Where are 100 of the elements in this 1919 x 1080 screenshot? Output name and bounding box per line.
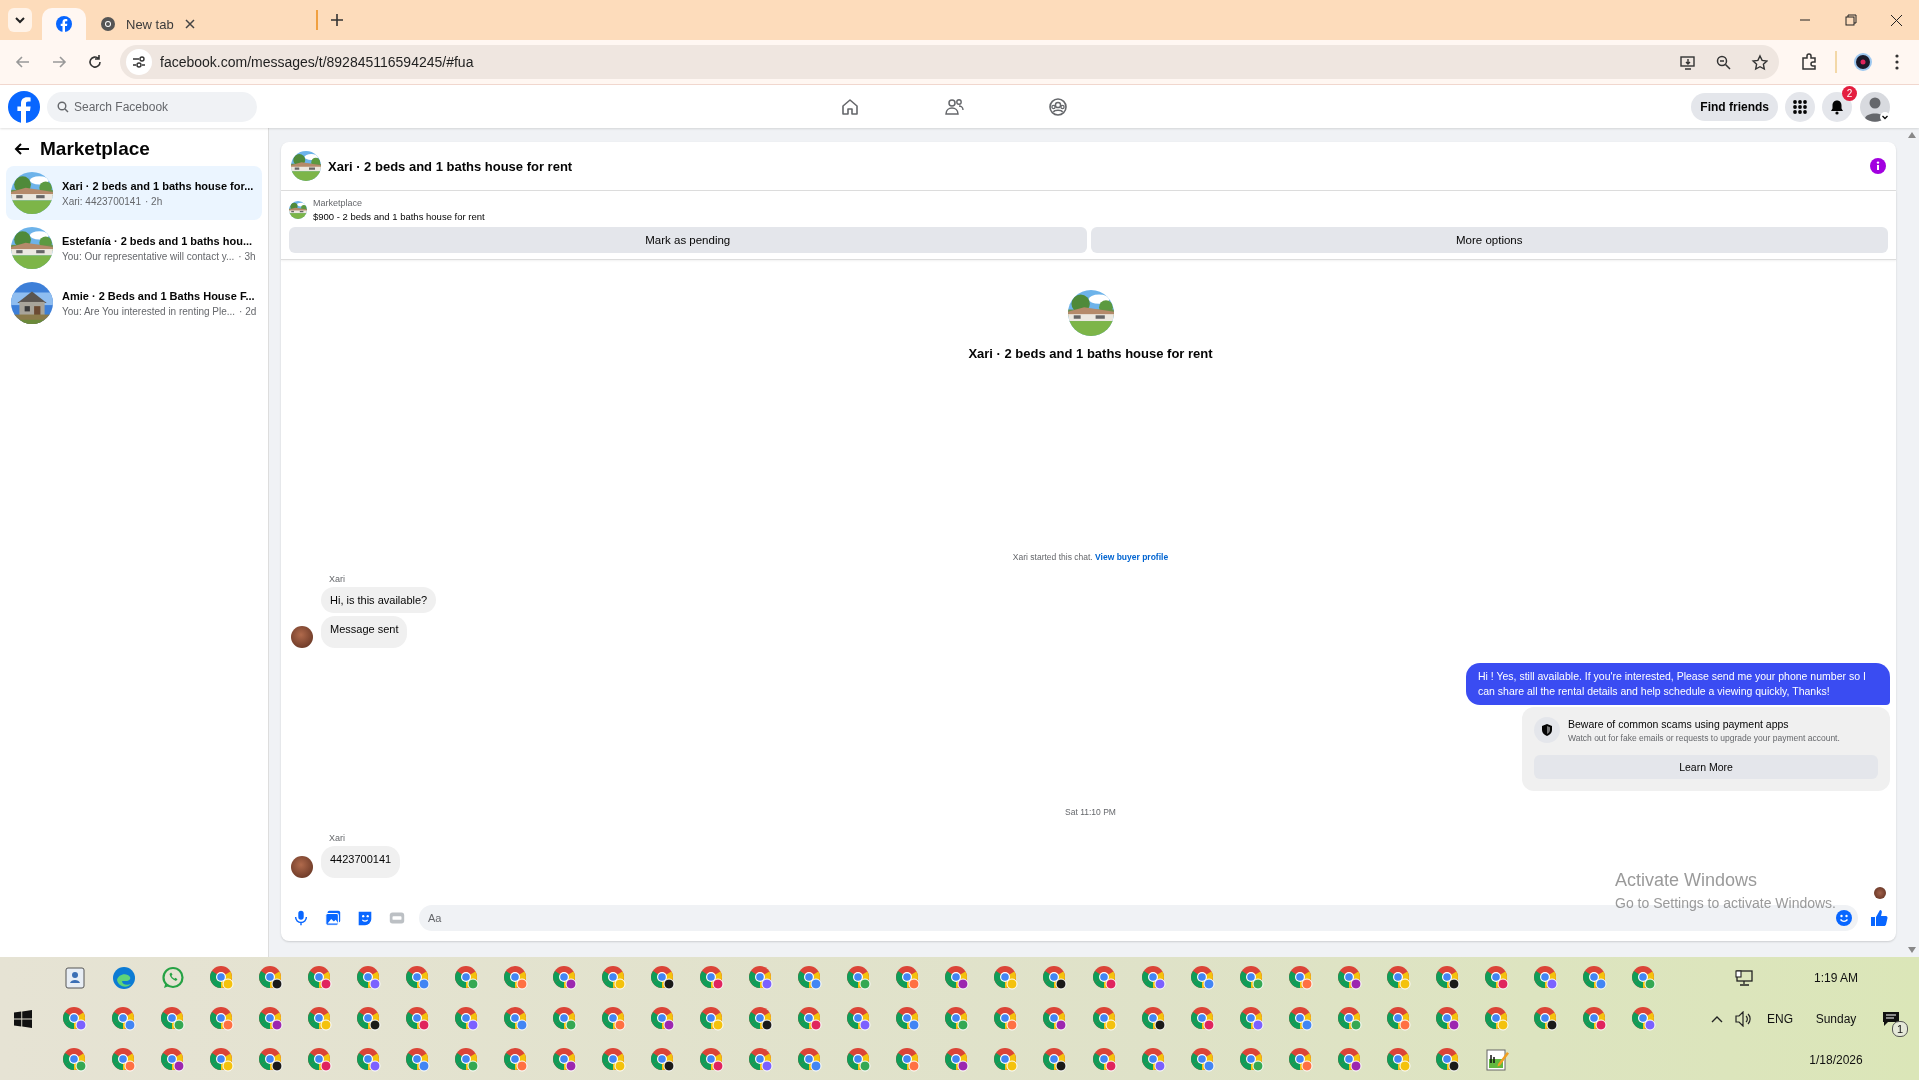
shield-icon [1540,723,1554,737]
action-button[interactable]: Mark as pending [289,227,1087,253]
puzzle-icon[interactable] [1800,53,1818,71]
home-icon[interactable] [840,97,860,117]
speaker-icon[interactable] [1735,1010,1753,1027]
network-icon[interactable] [1735,969,1753,986]
action-center-icon[interactable] [1882,1010,1900,1027]
browser-icon[interactable] [650,964,677,991]
sender-name: Xari [329,833,346,843]
notification-count: 2 [1842,85,1857,101]
system-message: Xari started this chat. View buyer profile [1011,552,1170,562]
contact-card-icon[interactable] [62,965,87,990]
reload-icon[interactable] [87,54,103,70]
conversation-item[interactable]: Estefanía · 2 beds and 1 baths hou... You: Our representative will contact y... · 3h [6,221,262,275]
thumbs-up-icon[interactable] [1870,909,1888,927]
clock-date[interactable]: 1/18/2026 [1809,1052,1863,1067]
avatar [291,626,313,648]
browser-icon[interactable] [257,964,284,991]
find-friends-button[interactable]: Find friends [1691,92,1778,121]
grid-icon [1792,98,1808,115]
notepad-icon[interactable] [1483,1046,1510,1073]
conversation-item[interactable]: Xari · 2 beds and 1 baths house for... Xari: 4423700141 · 2h [6,166,262,220]
sidebar-title: Marketplace [40,138,150,160]
timestamp: Sat 11:10 PM [1064,807,1117,817]
learn-more-button[interactable]: Learn More [1534,755,1878,779]
browser-icon[interactable] [650,1046,677,1073]
language-indicator[interactable]: ENG [1767,1011,1793,1026]
conversation-title: Estefanía · 2 beds and 1 baths hou... [62,234,254,247]
message-time: · 3h [238,250,256,262]
browser-icon[interactable] [1042,964,1069,991]
chevron-up-icon[interactable] [1711,1014,1723,1023]
notification-count: 1 [1892,1020,1908,1037]
groups-icon[interactable] [1048,97,1068,117]
account-avatar-icon[interactable] [1859,90,1891,123]
back-arrow-icon[interactable] [14,141,30,157]
warning-text: Watch out for fake emails or requests to upgrade your payment account. [1568,732,1840,743]
notifications-button[interactable] [1822,91,1852,122]
conversation-title: Amie · 2 Beds and 1 Baths House F... [62,289,256,302]
menu-button[interactable] [1785,91,1815,122]
microphone-icon[interactable] [292,909,310,927]
action-button[interactable]: More options [1090,227,1888,253]
browser-tab[interactable]: New tab [86,8,308,40]
scroll-up-icon[interactable] [1908,132,1916,138]
menu-icon[interactable] [1895,54,1899,70]
friends-icon[interactable] [944,97,964,117]
bell-icon [1829,98,1845,115]
site-settings-icon[interactable] [132,55,146,69]
conversation-item[interactable]: Amie · 2 Beds and 1 Baths House F... You: Are You interested in renting Ple... · 2d [6,276,262,330]
search-icon [57,100,69,113]
listing-source: Marketplace [313,198,364,208]
close-icon[interactable] [183,18,196,30]
scroll-down-icon[interactable] [1908,947,1916,953]
activation-title: Activate Windows [1615,870,1759,891]
plus-icon [330,13,344,27]
info-icon[interactable] [1870,158,1886,174]
chat-icon[interactable] [160,965,185,990]
logo-icon[interactable] [8,90,40,123]
profile-icon[interactable] [1853,52,1873,72]
message-time: · 2d [239,305,257,317]
sender-name: Xari [329,574,346,584]
browser-icon[interactable] [748,1005,775,1032]
logo-icon [56,16,72,32]
browser-icon[interactable] [1434,964,1461,991]
listing-summary: $900 - 2 beds and 1 baths house for rent [313,211,485,222]
install-icon[interactable] [1678,53,1696,71]
browser-icon[interactable] [1042,1046,1069,1073]
search-field[interactable]: Search Facebook [47,91,257,122]
tab-title: New tab [126,16,174,32]
warning-title: Beware of common scams using payment apps [1568,717,1790,730]
message-bubble: Hi, is this available? [321,587,437,613]
star-icon[interactable] [1750,53,1768,71]
sticker-icon[interactable] [356,909,374,927]
conversation-title: Xari · 2 beds and 1 baths house for... [62,179,254,192]
windows-start-icon[interactable] [14,1009,32,1028]
listing-title: Xari · 2 beds and 1 baths house for rent [968,346,1213,361]
zoom-out-icon[interactable] [1714,53,1732,71]
browser-icon[interactable] [355,1005,382,1032]
message-preview: You: Our representative will contact y... [62,250,235,262]
chevron-down-icon [14,14,26,26]
message-time: · 2h [144,195,163,207]
back-icon[interactable] [15,54,31,70]
buyer-profile-link[interactable]: View buyer profile [1095,552,1169,562]
clock-time[interactable]: 1:19 AM [1814,970,1858,985]
clock-day[interactable]: Sunday [1815,1011,1857,1026]
message-preview: You: Are You interested in renting Ple... [62,305,236,317]
tab-list-button[interactable] [8,8,32,32]
seen-avatar [1874,887,1886,899]
avatar [291,856,313,878]
browser-icon[interactable] [1434,1046,1461,1073]
forward-icon[interactable] [51,54,67,70]
globe-icon [100,16,116,32]
browser-icon[interactable] [1532,1005,1559,1032]
photos-icon[interactable] [324,909,342,927]
message-bubble: Hi ! Yes, still available. If you're interested, Please send me your phone number so I can share all the rental details and help schedule a viewing quickly, Thanks! [1466,663,1890,705]
message-bubble: Message sent [321,616,408,648]
browser-icon[interactable] [257,1046,284,1073]
message-preview: Xari: 4423700141 [62,195,141,207]
emoji-icon[interactable] [1836,910,1852,926]
browser-icon[interactable] [1140,1005,1167,1032]
browser-tab[interactable] [42,8,86,40]
